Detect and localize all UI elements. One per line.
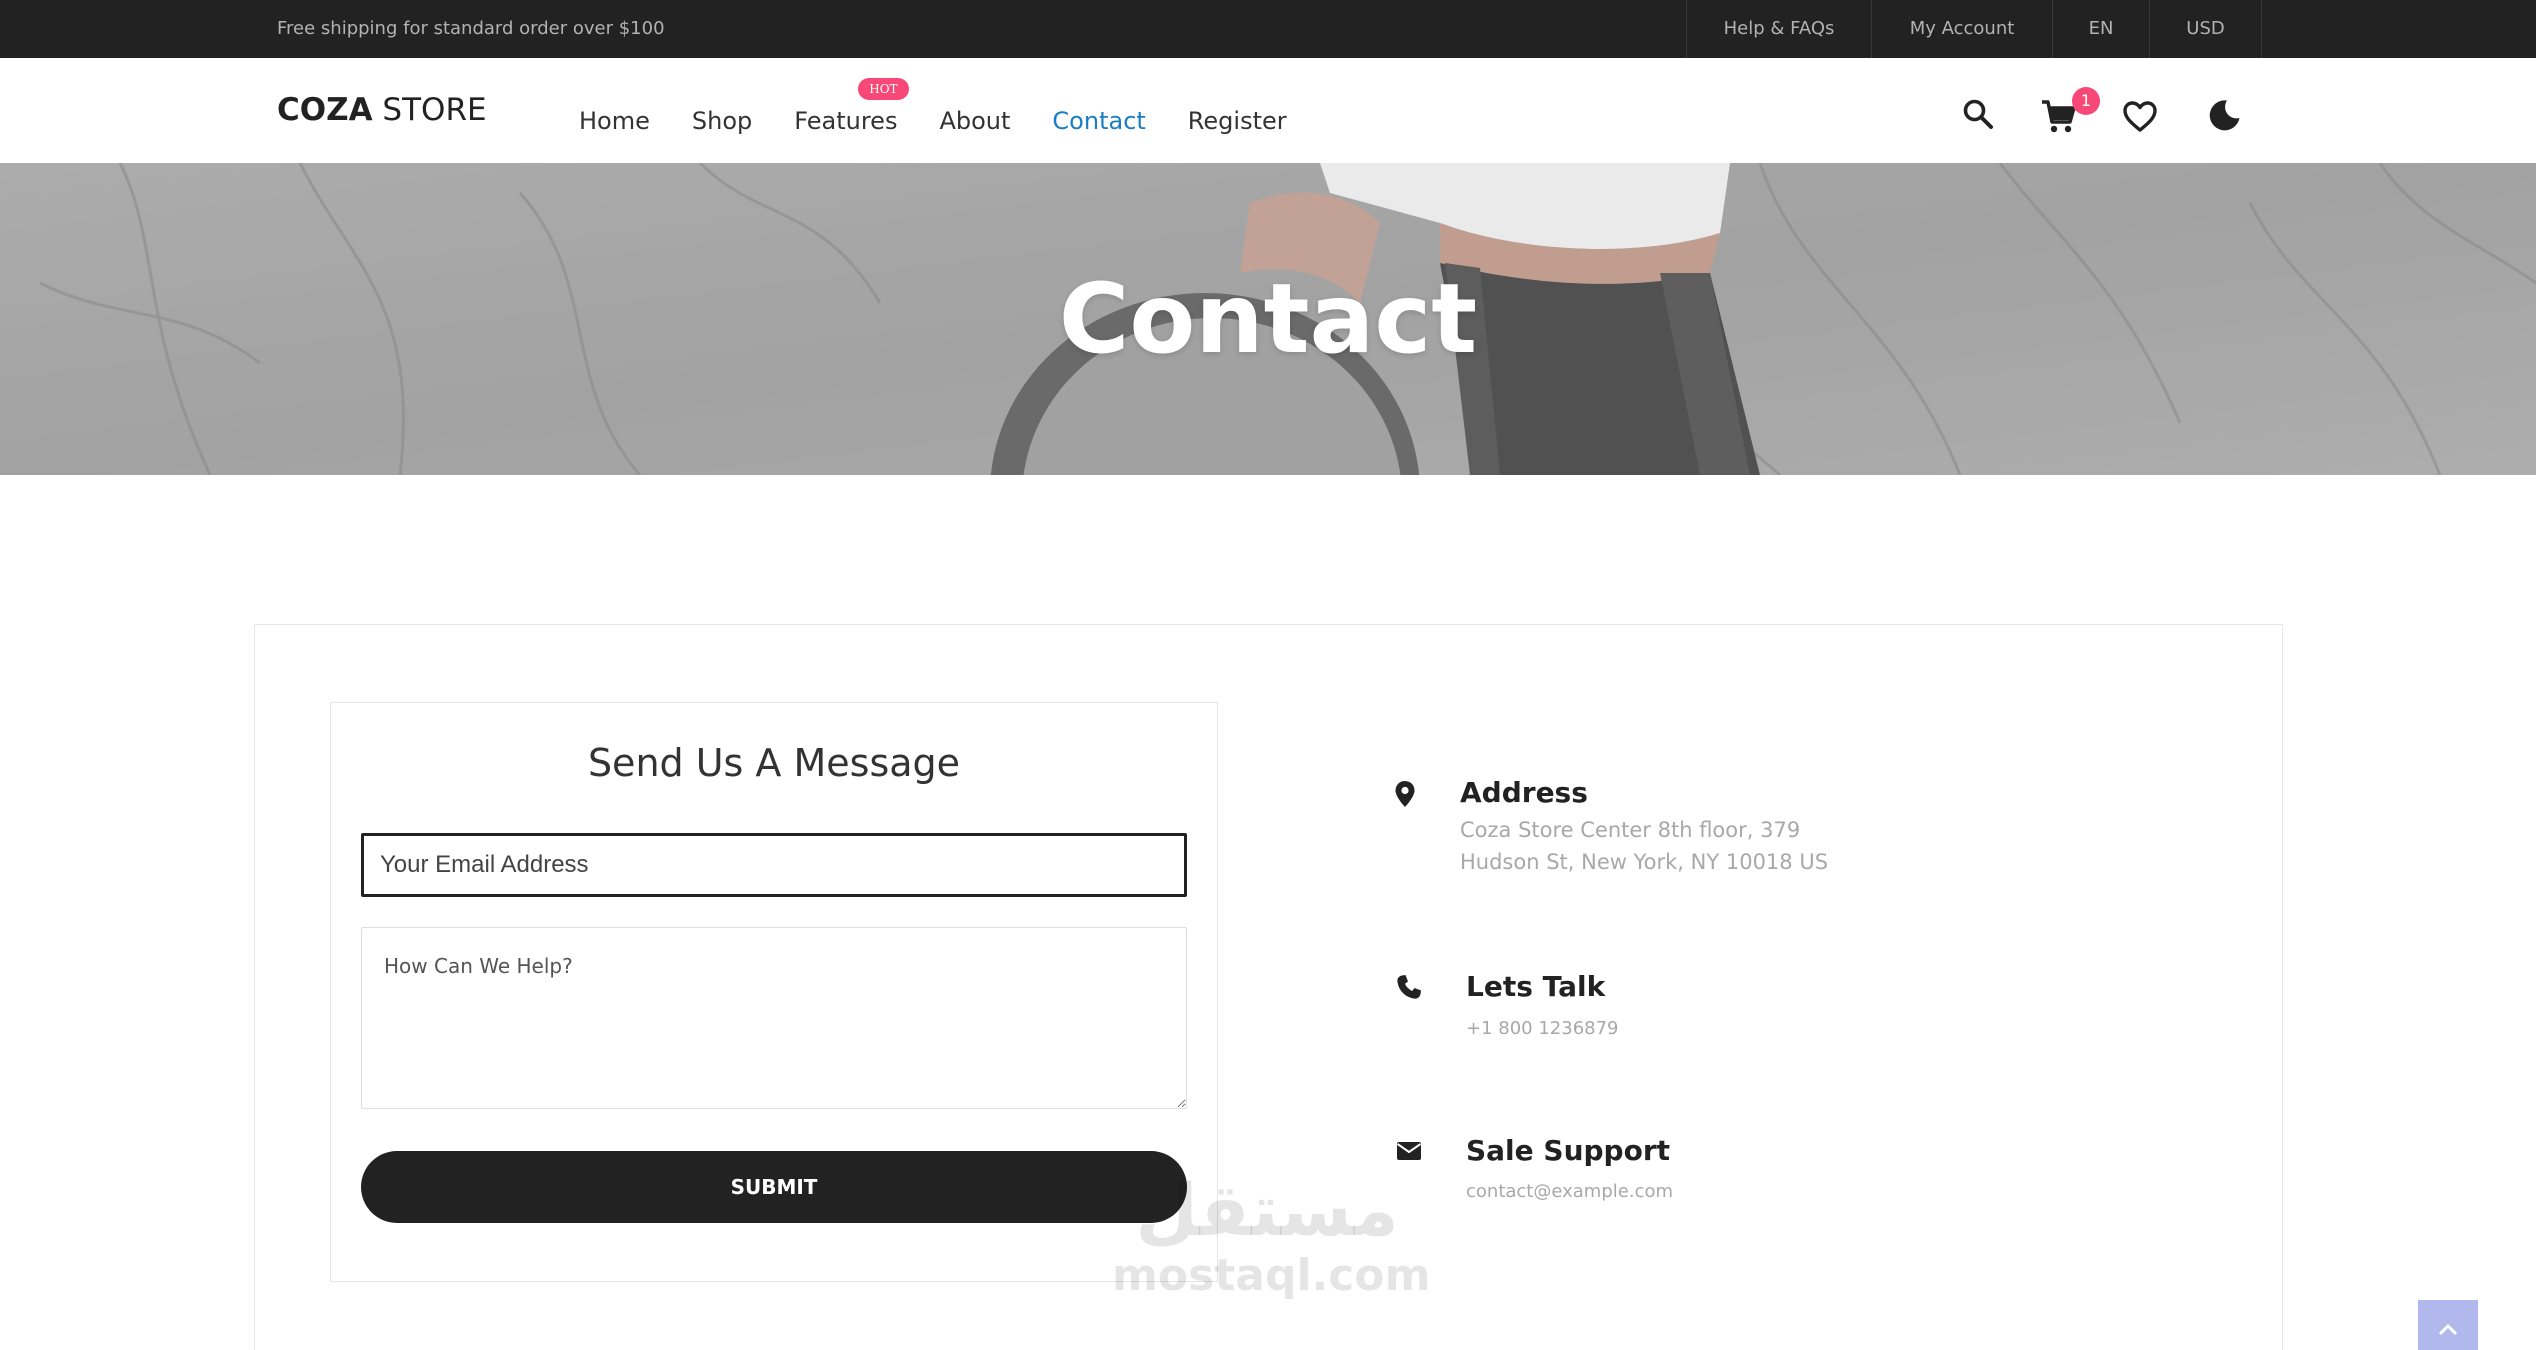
watermark: مستقل mostaql.com	[1112, 1168, 1430, 1301]
main-nav: Home Shop Features HOT About Contact Reg…	[579, 58, 1329, 163]
chevron-up-icon	[2438, 1323, 2458, 1336]
cart-count-badge: 1	[2072, 87, 2100, 115]
store-logo[interactable]: COZA STORE	[277, 58, 487, 163]
cart-icon[interactable]	[2040, 98, 2076, 134]
nav-features[interactable]: Features HOT	[794, 58, 909, 163]
sale-support-title: Sale Support	[1466, 1134, 1671, 1167]
shipping-notice: Free shipping for standard order over $1…	[277, 18, 665, 39]
envelope-icon	[1396, 1142, 1422, 1160]
message-textarea[interactable]	[361, 927, 1187, 1109]
page-title: Contact	[1058, 263, 1478, 375]
top-bar: Free shipping for standard order over $1…	[0, 0, 2536, 58]
watermark-arabic: مستقل	[1135, 1168, 1399, 1252]
message-form: Send Us A Message SUBMIT	[330, 702, 1218, 1282]
watermark-latin: mostaql.com	[1112, 1250, 1431, 1301]
logo-bold-text: COZA	[277, 92, 373, 128]
nav-register[interactable]: Register	[1188, 58, 1287, 163]
form-title: Send Us A Message	[587, 741, 961, 785]
nav-contact[interactable]: Contact	[1052, 58, 1145, 163]
nav-about[interactable]: About	[939, 58, 1010, 163]
search-icon[interactable]	[1962, 98, 1994, 130]
top-bar-links: Help & FAQs My Account EN USD	[1686, 0, 2262, 58]
logo-thin-text: STORE	[372, 92, 487, 128]
phone-number: +1 800 1236879	[1466, 1018, 1619, 1039]
nav-shop[interactable]: Shop	[692, 58, 752, 163]
address-line-1: Coza Store Center 8th floor, 379	[1460, 818, 1801, 842]
address-line-2: Hudson St, New York, NY 10018 US	[1460, 850, 1829, 874]
lets-talk-title: Lets Talk	[1466, 970, 1606, 1003]
phone-icon	[1397, 975, 1421, 999]
help-faqs-link[interactable]: Help & FAQs	[1687, 0, 1872, 58]
hot-badge: HOT	[858, 78, 909, 100]
back-to-top-button[interactable]	[2418, 1300, 2478, 1350]
heart-icon[interactable]	[2122, 100, 2158, 133]
page-banner: Contact	[0, 163, 2536, 475]
moon-icon[interactable]	[2208, 98, 2242, 132]
nav-home[interactable]: Home	[579, 58, 650, 163]
my-account-link[interactable]: My Account	[1872, 0, 2053, 58]
nav-features-label: Features	[794, 107, 898, 135]
language-selector[interactable]: EN	[2053, 0, 2150, 58]
submit-button[interactable]: SUBMIT	[361, 1151, 1187, 1223]
currency-selector[interactable]: USD	[2150, 0, 2262, 58]
email-field[interactable]	[361, 833, 1187, 897]
map-marker-icon	[1395, 781, 1415, 807]
address-title: Address	[1460, 776, 1588, 809]
support-email: contact@example.com	[1466, 1181, 1673, 1202]
